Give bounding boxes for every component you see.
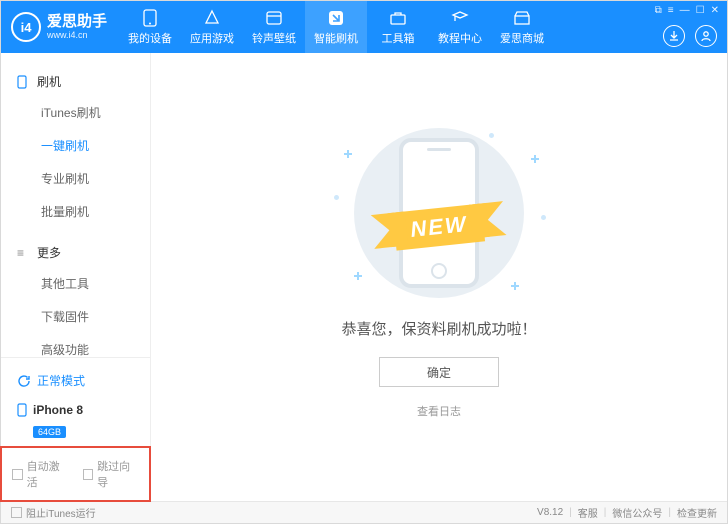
refresh-icon	[17, 374, 31, 388]
ringtone-icon	[265, 9, 283, 27]
device-mode[interactable]: 正常模式	[11, 366, 140, 399]
nav-tutorial[interactable]: 教程中心	[429, 1, 491, 53]
device-info[interactable]: iPhone 8	[11, 399, 140, 421]
auto-activate-checkbox[interactable]: 自动激活	[12, 458, 69, 490]
sidebar-item-download-firmware[interactable]: 下载固件	[1, 300, 150, 333]
nav-my-device[interactable]: 我的设备	[119, 1, 181, 53]
sidebar-item-pro-flash[interactable]: 专业刷机	[1, 162, 150, 195]
tutorial-icon	[451, 9, 469, 27]
header-actions	[663, 25, 717, 47]
view-log-link[interactable]: 查看日志	[417, 403, 461, 419]
sidebar-section-more: ≡ 更多	[1, 238, 150, 267]
win-skin-button[interactable]: ⧉	[655, 5, 662, 16]
support-link[interactable]: 客服	[578, 505, 598, 520]
logo-badge: i4	[11, 12, 41, 42]
status-bar: 阻止iTunes运行 V8.12 | 客服 | 微信公众号 | 检查更新	[1, 501, 727, 523]
nav-label: 我的设备	[128, 30, 172, 46]
window-controls: ⧉ ≡ — ☐ ✕	[655, 5, 719, 16]
title-bar: i4 爱思助手 www.i4.cn 我的设备 应用游戏 铃声壁纸 智能刷机 工具…	[1, 1, 727, 53]
win-minimize-button[interactable]: —	[680, 5, 690, 16]
win-close-button[interactable]: ✕	[711, 5, 719, 16]
sidebar-item-other-tools[interactable]: 其他工具	[1, 267, 150, 300]
sidebar-item-batch-flash[interactable]: 批量刷机	[1, 195, 150, 228]
toolbox-icon	[389, 9, 407, 27]
sidebar-device-panel: 正常模式 iPhone 8 64GB	[1, 357, 150, 446]
prevent-itunes-checkbox[interactable]: 阻止iTunes运行	[11, 505, 96, 520]
sidebar-item-advanced[interactable]: 高级功能	[1, 333, 150, 357]
nav-label: 铃声壁纸	[252, 30, 296, 46]
sidebar: 刷机 iTunes刷机 一键刷机 专业刷机 批量刷机 ≡ 更多 其他工具 下载固…	[1, 53, 151, 501]
sidebar-section-flash: 刷机	[1, 67, 150, 96]
menu-icon: ≡	[17, 246, 31, 260]
nav-label: 应用游戏	[190, 30, 234, 46]
success-illustration: NEW	[324, 125, 554, 300]
sidebar-item-oneclick-flash[interactable]: 一键刷机	[1, 129, 150, 162]
success-message: 恭喜您，保资料刷机成功啦！	[341, 318, 536, 339]
sidebar-item-itunes-flash[interactable]: iTunes刷机	[1, 96, 150, 129]
main-content: NEW 恭喜您，保资料刷机成功啦！ 确定 查看日志	[151, 53, 727, 501]
version-label: V8.12	[537, 507, 563, 518]
nav-label: 智能刷机	[314, 30, 358, 46]
capacity-badge: 64GB	[33, 426, 66, 438]
phone-icon	[17, 75, 31, 89]
nav-smart-flash[interactable]: 智能刷机	[305, 1, 367, 53]
apps-icon	[203, 9, 221, 27]
checkbox-icon	[12, 469, 23, 480]
win-maximize-button[interactable]: ☐	[696, 5, 705, 16]
store-icon	[513, 9, 531, 27]
nav-store[interactable]: 爱思商城	[491, 1, 553, 53]
nav-apps-games[interactable]: 应用游戏	[181, 1, 243, 53]
skip-wizard-checkbox[interactable]: 跳过向导	[83, 458, 140, 490]
ok-button[interactable]: 确定	[379, 357, 499, 387]
nav-ringtone-wallpaper[interactable]: 铃声壁纸	[243, 1, 305, 53]
top-nav: 我的设备 应用游戏 铃声壁纸 智能刷机 工具箱 教程中心 爱思商城	[119, 1, 553, 53]
nav-label: 工具箱	[382, 30, 415, 46]
app-domain: www.i4.cn	[47, 31, 107, 40]
nav-toolbox[interactable]: 工具箱	[367, 1, 429, 53]
flash-options-highlight: 自动激活 跳过向导	[0, 446, 151, 502]
nav-label: 教程中心	[438, 30, 482, 46]
win-menu-button[interactable]: ≡	[668, 5, 674, 16]
phone-icon	[17, 403, 27, 417]
device-icon	[141, 9, 159, 27]
app-logo[interactable]: i4 爱思助手 www.i4.cn	[1, 12, 119, 42]
flash-icon	[327, 9, 345, 27]
account-button[interactable]	[695, 25, 717, 47]
download-manager-button[interactable]	[663, 25, 685, 47]
wechat-link[interactable]: 微信公众号	[612, 505, 662, 520]
checkbox-icon	[83, 469, 94, 480]
nav-label: 爱思商城	[500, 30, 544, 46]
device-name: iPhone 8	[33, 403, 83, 417]
app-name: 爱思助手	[47, 14, 107, 29]
check-update-link[interactable]: 检查更新	[677, 505, 717, 520]
checkbox-icon	[11, 507, 22, 518]
